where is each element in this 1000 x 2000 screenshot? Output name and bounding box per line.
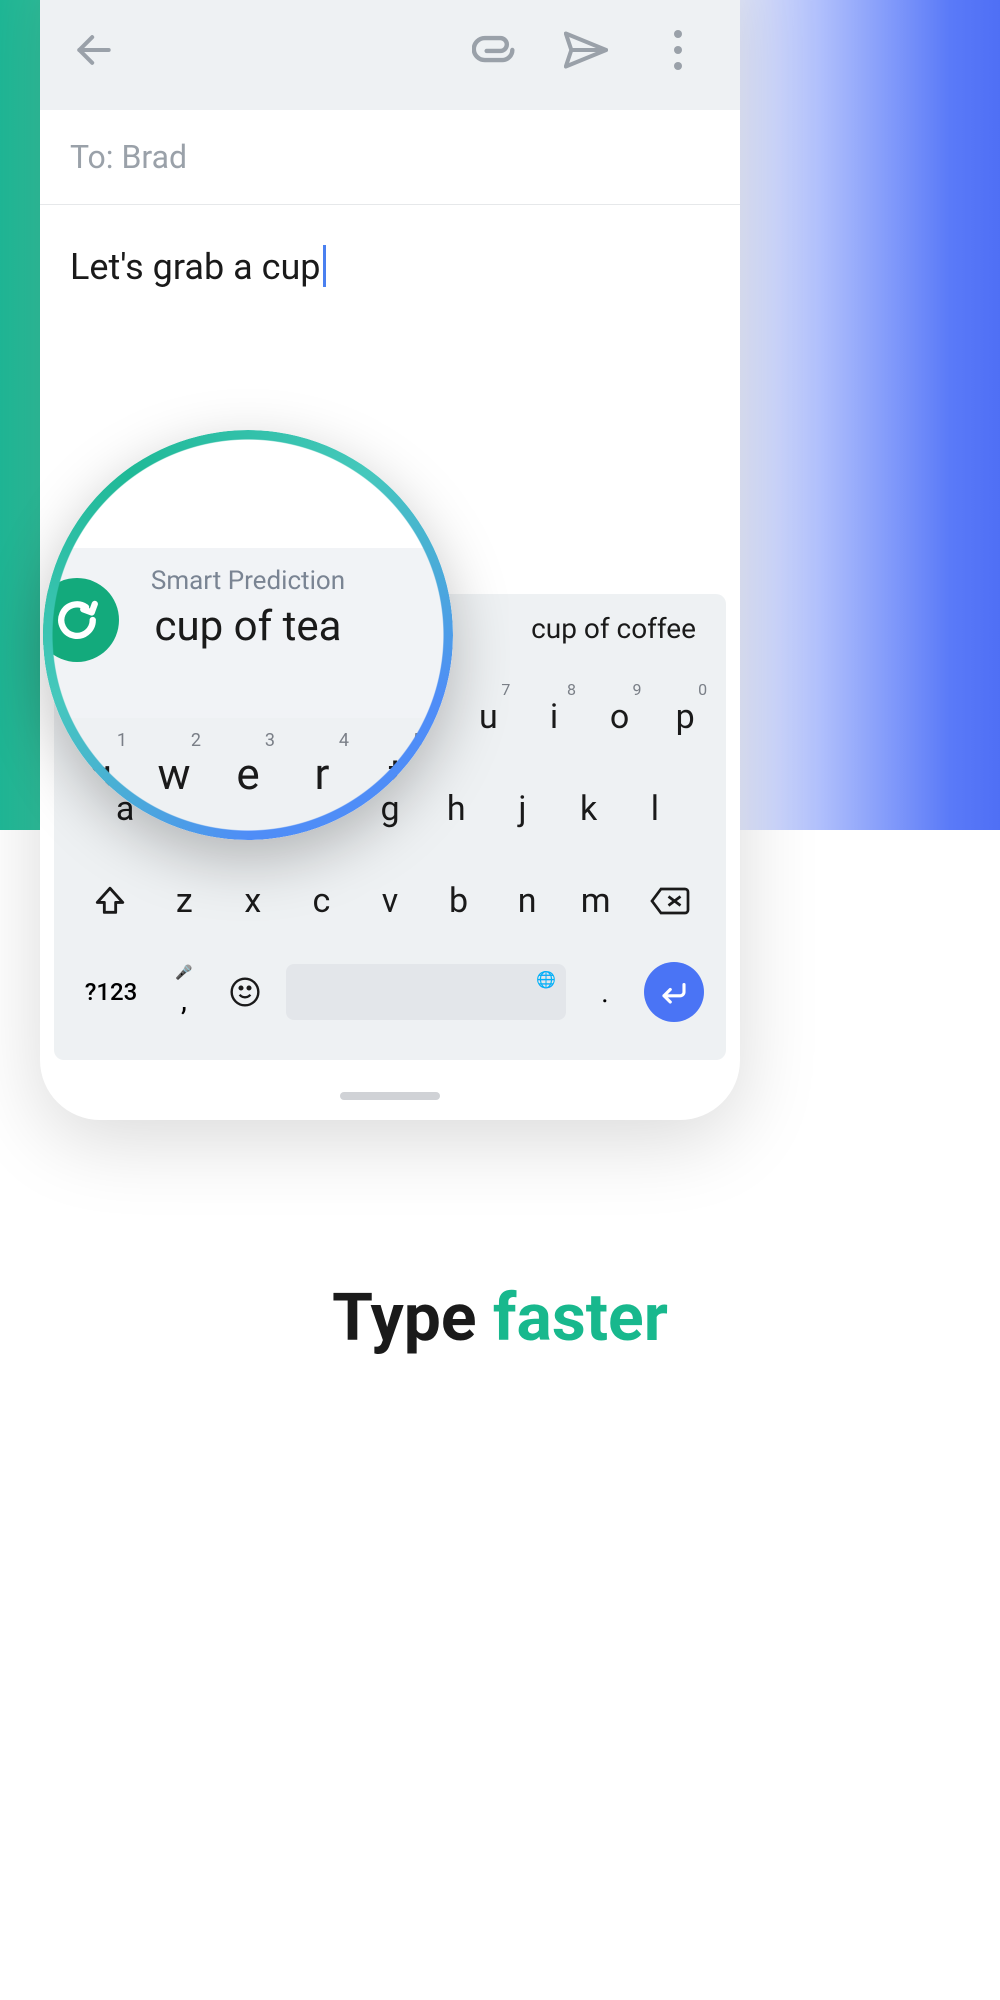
magnifier-callout: Smart Prediction cup of tea 1q2w3e4r5t bbox=[43, 430, 453, 840]
backspace-key[interactable] bbox=[630, 885, 710, 917]
recipient-field[interactable]: To: Brad bbox=[40, 110, 740, 205]
key-j[interactable]: j bbox=[492, 770, 552, 848]
send-icon bbox=[564, 31, 608, 69]
keyboard-row-3: zxcvbnm bbox=[62, 862, 718, 940]
paperclip-icon bbox=[472, 33, 516, 67]
keyboard-bottom-row: ?123 🎤 , 🌐 . bbox=[62, 954, 718, 1040]
compose-text: Let's grab a cup bbox=[70, 246, 321, 288]
symbols-key[interactable]: ?123 bbox=[76, 978, 146, 1006]
key-u[interactable]: 7u bbox=[458, 678, 518, 756]
key-n[interactable]: n bbox=[497, 862, 557, 940]
key-z[interactable]: z bbox=[154, 862, 214, 940]
mag-key-r[interactable]: 4r bbox=[285, 728, 359, 820]
more-button[interactable] bbox=[656, 28, 700, 72]
suggestion-secondary[interactable]: cup of coffee bbox=[521, 612, 706, 645]
emoji-icon bbox=[229, 976, 261, 1008]
to-value: Brad bbox=[121, 138, 187, 176]
mic-icon: 🎤 bbox=[175, 965, 192, 981]
key-m[interactable]: m bbox=[566, 862, 626, 940]
backspace-icon bbox=[649, 885, 691, 917]
attach-button[interactable] bbox=[472, 28, 516, 72]
emoji-key[interactable] bbox=[222, 976, 268, 1008]
back-button[interactable] bbox=[70, 26, 118, 74]
key-k[interactable]: k bbox=[559, 770, 619, 848]
home-indicator bbox=[340, 1092, 440, 1100]
shift-icon bbox=[93, 884, 127, 918]
key-o[interactable]: 9o bbox=[590, 678, 650, 756]
arrow-left-icon bbox=[72, 28, 116, 72]
comma-key[interactable]: 🎤 , bbox=[164, 975, 204, 1010]
mag-key-e[interactable]: 3e bbox=[211, 728, 285, 820]
key-p[interactable]: 0p bbox=[655, 678, 715, 756]
globe-icon: 🌐 bbox=[536, 970, 556, 989]
enter-icon bbox=[659, 979, 689, 1005]
email-app-header bbox=[40, 0, 740, 110]
key-c[interactable]: c bbox=[291, 862, 351, 940]
period-key[interactable]: . bbox=[584, 976, 626, 1009]
mag-key-q[interactable]: 1q bbox=[63, 728, 137, 820]
key-v[interactable]: v bbox=[360, 862, 420, 940]
tagline-part2: faster bbox=[493, 1280, 668, 1357]
key-x[interactable]: x bbox=[223, 862, 283, 940]
more-vertical-icon bbox=[672, 30, 684, 70]
enter-key[interactable] bbox=[644, 962, 704, 1022]
key-i[interactable]: 8i bbox=[524, 678, 584, 756]
magnified-keyboard: 1q2w3e4r5t bbox=[43, 718, 453, 830]
mag-key-t[interactable]: 5t bbox=[359, 728, 433, 820]
send-button[interactable] bbox=[564, 28, 608, 72]
key-b[interactable]: b bbox=[429, 862, 489, 940]
key-l[interactable]: l bbox=[625, 770, 685, 848]
text-cursor bbox=[323, 245, 326, 287]
shift-key[interactable] bbox=[70, 884, 150, 918]
grammarly-icon bbox=[50, 593, 104, 647]
tagline-part1: Type bbox=[332, 1280, 493, 1357]
header-actions bbox=[472, 28, 710, 72]
to-label: To: bbox=[70, 138, 121, 176]
promo-tagline: Type faster bbox=[0, 1280, 1000, 1357]
space-key[interactable]: 🌐 bbox=[286, 964, 566, 1020]
mag-key-w[interactable]: 2w bbox=[137, 728, 211, 820]
